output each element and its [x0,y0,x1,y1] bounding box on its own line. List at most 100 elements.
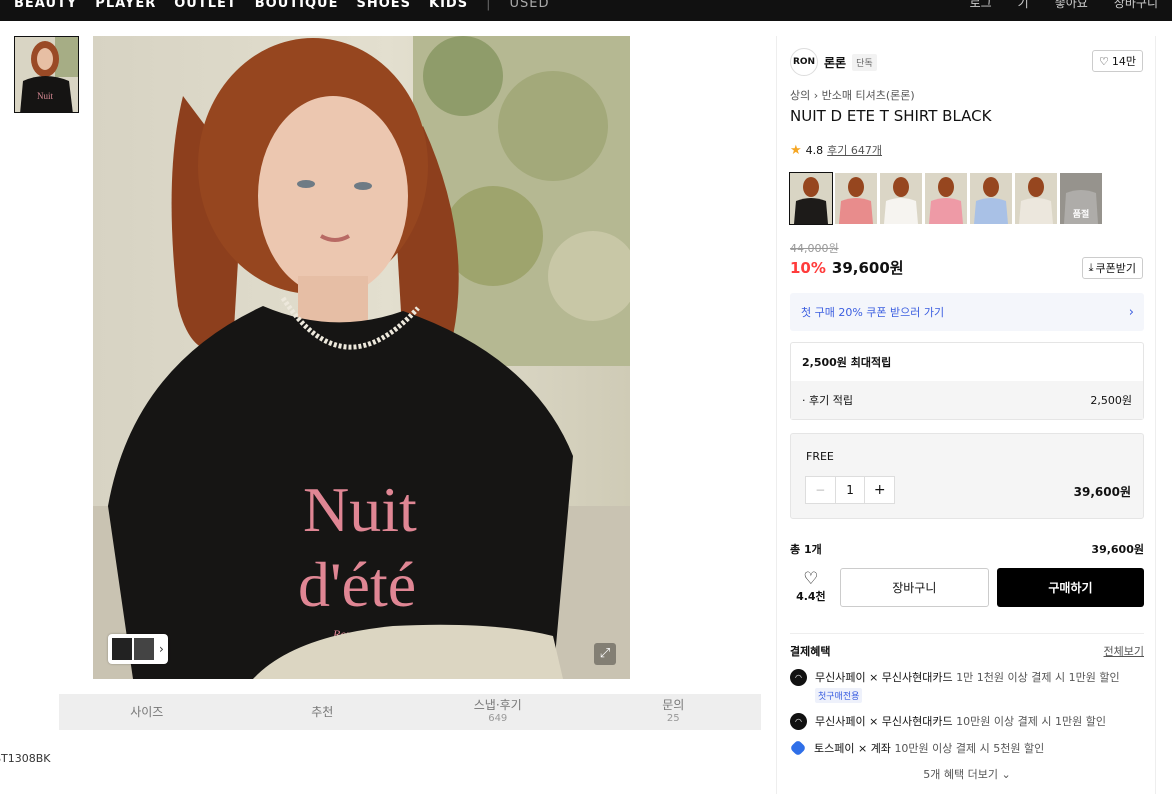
user-nav-item[interactable]: 장바구니 [1114,0,1158,11]
user-nav-item[interactable]: 기 [1018,0,1029,11]
total-row: 총 1개 39,600원 [790,541,1144,557]
benefit-text: 무신사페이 × 무신사현대카드 1만 1천원 이상 결제 시 1만원 할인 첫구… [815,669,1120,703]
color-swatch[interactable] [789,172,833,225]
buy-now-button[interactable]: 구매하기 [996,567,1144,607]
mini-thumb [134,638,154,660]
tab-count: 649 [488,713,508,724]
benefit-item: 토스페이 × 계좌 10만원 이상 결제 시 5천원 할인 [789,739,1144,757]
like-button[interactable]: ♡ 14만 [1092,50,1143,72]
download-icon: ⤓ [1088,261,1094,274]
breadcrumb-item[interactable]: 상의 [790,89,810,102]
points-box: 2,500원 최대적립 · 후기 적립 2,500원 [790,342,1144,420]
chevron-right-icon: › [813,89,822,102]
shirt-print-line2: d'été [298,549,416,620]
benefit-name: 무신사페이 × 무신사현대카드 [815,671,953,684]
color-swatch[interactable] [970,173,1012,224]
see-all-link[interactable]: 전체보기 [1104,643,1144,659]
model-photo: Nuit d'été Ronron Apparel [93,36,630,679]
nav-item[interactable]: BEAUTY [14,0,77,11]
total-price: 39,600원 [1091,543,1144,556]
price-row: 10% 39,600원 [790,257,904,278]
image-gallery-toggle[interactable]: › [108,634,168,664]
thumbnail-image: Nuit [15,37,78,112]
tab-label: 스냅·후기 [473,698,522,712]
discount-rate: 10% [790,259,826,277]
nav-item[interactable]: SHOES [356,0,411,11]
color-swatch[interactable] [880,173,922,224]
color-swatch[interactable] [925,173,967,224]
benefit-text: 무신사페이 × 무신사현대카드 10만원 이상 결제 시 1만원 할인 [815,713,1106,729]
coupon-button[interactable]: ⤓ 쿠폰받기 [1081,257,1143,279]
tab-recommend[interactable]: 추천 [235,694,411,730]
swatch-image [880,173,922,224]
benefit-desc: 10만원 이상 결제 시 5천원 할인 [894,742,1045,755]
card-icon: ◠ [790,713,807,730]
top-nav-bar: BEAUTY PLAYER OUTLET BOUTIQUE SHOES KIDS… [0,0,1172,21]
color-swatch[interactable] [835,173,877,224]
wishlist-button[interactable]: ♡ 4.4천 [790,570,832,604]
review-link[interactable]: 후기 647개 [827,142,882,158]
color-swatch[interactable] [1015,173,1057,224]
quantity-stepper: − 1 + [805,476,895,504]
nav-item[interactable]: BOUTIQUE [255,0,339,11]
product-sku: ST1308BK [0,752,51,765]
chevron-down-icon: ⌄ [1001,768,1011,781]
swatch-image [1015,173,1057,224]
exclusive-badge: 단독 [852,53,877,71]
soldout-label: 품절 [1072,210,1090,220]
user-nav-item[interactable]: 로그 [970,0,992,11]
tab-label: 추천 [311,704,334,719]
tab-label: 문의 [662,698,685,712]
points-row: · 후기 적립 2,500원 [791,381,1143,419]
more-benefits-label: 5개 혜택 더보기 [923,768,998,781]
more-benefits-button[interactable]: 5개 혜택 더보기 ⌄ [790,766,1144,782]
benefit-chip: 첫구매전용 [815,688,863,703]
plus-icon[interactable]: + [864,477,894,503]
brand-logo[interactable]: RON [790,48,818,76]
nav-item[interactable]: USED [509,0,549,11]
like-count: 14만 [1111,55,1136,68]
toss-icon [789,739,807,757]
swatch-image [925,173,967,224]
breadcrumb-item[interactable]: 반소매 티셔츠(론론) [822,89,915,102]
svg-text:Nuit: Nuit [37,91,54,101]
total-label: 총 1개 [790,543,822,556]
card-icon: ◠ [790,669,807,686]
benefits-header: 결제혜택 전체보기 [790,643,1144,659]
coupon-label: 쿠폰받기 [1095,262,1136,275]
product-thumbnail[interactable]: Nuit [14,36,79,113]
points-row-value: 2,500원 [1090,394,1132,407]
detail-tabs: 사이즈 추천 스냅·후기 649 문의 25 [59,694,761,730]
nav-item[interactable]: OUTLET [174,0,237,11]
expand-icon[interactable]: ⤢ [594,643,616,665]
add-to-cart-button[interactable]: 장바구니 [839,567,989,607]
points-row-label: · 후기 적립 [802,394,853,407]
benefit-name: 무신사페이 × 무신사현대카드 [815,715,953,728]
user-nav-item[interactable]: 좋아요 [1055,0,1088,11]
wish-count: 4.4천 [796,590,826,603]
nav-item[interactable]: PLAYER [95,0,156,11]
payment-benefits: 결제혜택 전체보기 ◠ 무신사페이 × 무신사현대카드 1만 1천원 이상 결제… [789,633,1144,782]
option-price: 39,600원 [1073,485,1131,499]
tab-inquiry[interactable]: 문의 25 [586,694,762,730]
nav-item[interactable]: KIDS [429,0,468,11]
color-swatch-soldout[interactable]: 품절 [1060,173,1102,224]
brand-row: RON 론론 단독 [790,48,877,76]
selected-option: FREE − 1 + 39,600원 [790,433,1144,519]
heart-icon: ♡ [803,569,819,589]
benefit-item: ◠ 무신사페이 × 무신사현대카드 10만원 이상 결제 시 1만원 할인 [790,713,1144,730]
benefit-desc: 10만원 이상 결제 시 1만원 할인 [956,715,1106,728]
chevron-right-icon: › [159,642,164,656]
benefits-title: 결제혜택 [790,645,831,658]
tab-reviews[interactable]: 스냅·후기 649 [410,694,586,730]
minus-icon[interactable]: − [806,477,836,503]
breadcrumb: 상의 › 반소매 티셔츠(론론) [790,87,915,103]
benefit-item: ◠ 무신사페이 × 무신사현대카드 1만 1천원 이상 결제 시 1만원 할인 … [790,669,1144,703]
first-purchase-banner[interactable]: 첫 구매 20% 쿠폰 받으러 가기 › [790,293,1144,331]
main-product-image[interactable]: Nuit d'été Ronron Apparel › ⤢ [93,36,630,679]
nav-divider: | [486,0,492,11]
tab-size[interactable]: 사이즈 [59,694,235,730]
quantity-value[interactable]: 1 [836,477,865,503]
promo-text: 첫 구매 20% 쿠폰 받으러 가기 [801,306,945,319]
brand-name[interactable]: 론론 [824,54,846,71]
